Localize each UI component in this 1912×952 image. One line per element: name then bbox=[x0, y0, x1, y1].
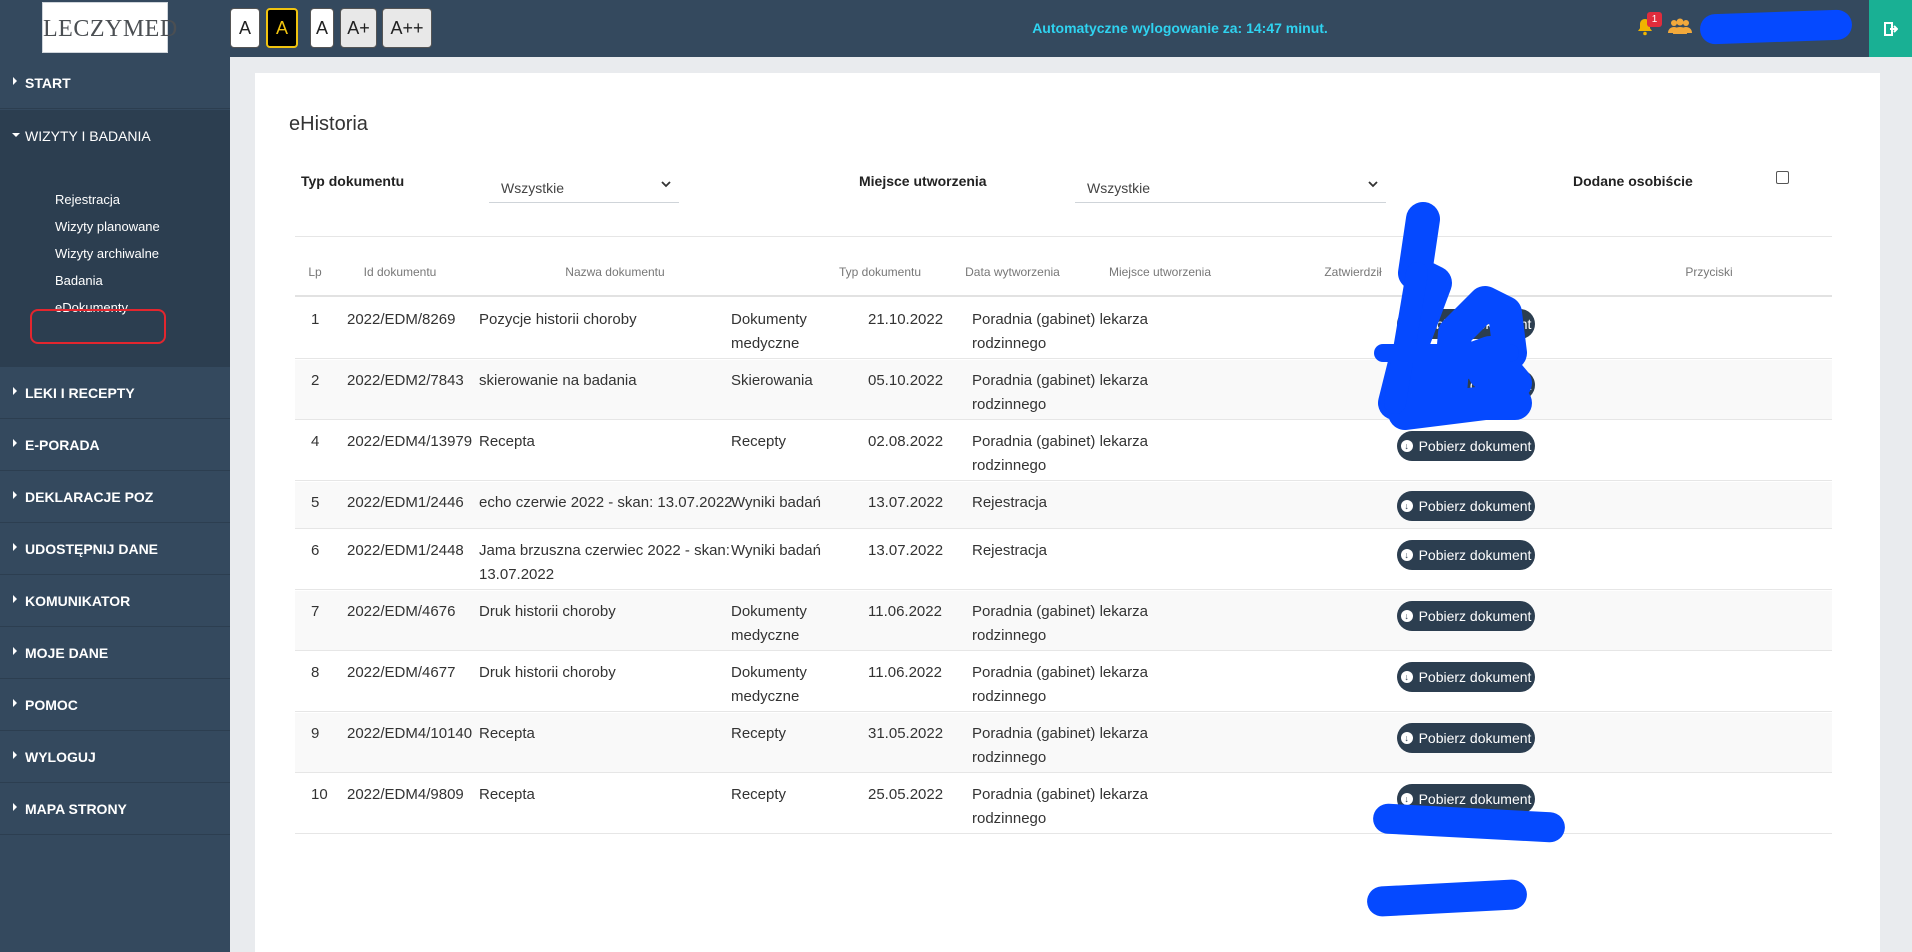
redaction-scribble bbox=[1374, 202, 1532, 430]
font-size-larger-button[interactable]: A+ bbox=[340, 8, 377, 48]
sidebar-item-leki-i-recepty[interactable]: LEKI I RECEPTY bbox=[0, 367, 230, 419]
users-icon[interactable] bbox=[1668, 18, 1692, 38]
submenu-item-wizyty-planowane[interactable]: Wizyty planowane bbox=[55, 219, 160, 234]
sidebar-item-udostepnij-dane[interactable]: UDOSTĘPNIJ DANE bbox=[0, 523, 230, 575]
notifications-count-badge: 1 bbox=[1647, 12, 1662, 27]
chevron-right-icon bbox=[13, 595, 17, 603]
chevron-right-icon bbox=[13, 699, 17, 707]
sidebar-item-komunikator[interactable]: KOMUNIKATOR bbox=[0, 575, 230, 627]
sidebar-item-deklaracje-poz[interactable]: DEKLARACJE POZ bbox=[0, 471, 230, 523]
chevron-right-icon bbox=[13, 751, 17, 759]
submenu-item-wizyty-archiwalne[interactable]: Wizyty archiwalne bbox=[55, 246, 159, 261]
auto-logout-timer: Automatyczne wylogowanie za: 14:47 minut… bbox=[1032, 20, 1328, 36]
sidebar-item-wyloguj[interactable]: WYLOGUJ bbox=[0, 731, 230, 783]
logo-text: LECZYMED bbox=[43, 16, 178, 42]
font-size-default-button[interactable]: A bbox=[310, 8, 334, 48]
sidebar-item-moje-dane[interactable]: MOJE DANE bbox=[0, 627, 230, 679]
sidebar-item-pomoc[interactable]: POMOC bbox=[0, 679, 230, 731]
font-size-largest-button[interactable]: A++ bbox=[382, 8, 432, 48]
sidebar-item-e-porada[interactable]: E-PORADA bbox=[0, 419, 230, 471]
sidebar-item-mapa-strony[interactable]: MAPA STRONY bbox=[0, 783, 230, 835]
chevron-right-icon bbox=[13, 803, 17, 811]
submenu-item-rejestracja[interactable]: Rejestracja bbox=[55, 192, 120, 207]
sidebar-item-start[interactable]: START bbox=[0, 57, 230, 109]
logo[interactable]: LECZYMED bbox=[42, 2, 178, 53]
chevron-right-icon bbox=[13, 439, 17, 447]
chevron-right-icon bbox=[13, 387, 17, 395]
submenu-item-badania[interactable]: Badania bbox=[55, 273, 103, 288]
chevron-right-icon bbox=[13, 491, 17, 499]
main-card: eHistoria Typ dokumentu Wszystkie Miejsc… bbox=[255, 73, 1880, 952]
user-name-redaction bbox=[1699, 9, 1853, 45]
chevron-right-icon bbox=[13, 543, 17, 551]
red-highlight-annotation bbox=[30, 309, 166, 344]
chevron-right-icon bbox=[13, 77, 17, 85]
font-size-contrast-button[interactable]: A bbox=[266, 8, 298, 48]
logout-button[interactable] bbox=[1869, 0, 1912, 57]
sidebar: START WIZYTY I BADANIA Rejestracja Wizyt… bbox=[0, 57, 230, 952]
chevron-down-icon bbox=[12, 133, 20, 137]
sidebar-item-wizyty-i-badania[interactable]: WIZYTY I BADANIA bbox=[0, 110, 230, 162]
top-bar: LECZYMED A A A A+ A++ Automatyczne wylog… bbox=[0, 0, 1912, 57]
exit-icon bbox=[1883, 21, 1898, 36]
font-size-normal-button[interactable]: A bbox=[230, 8, 260, 48]
chevron-right-icon bbox=[13, 647, 17, 655]
